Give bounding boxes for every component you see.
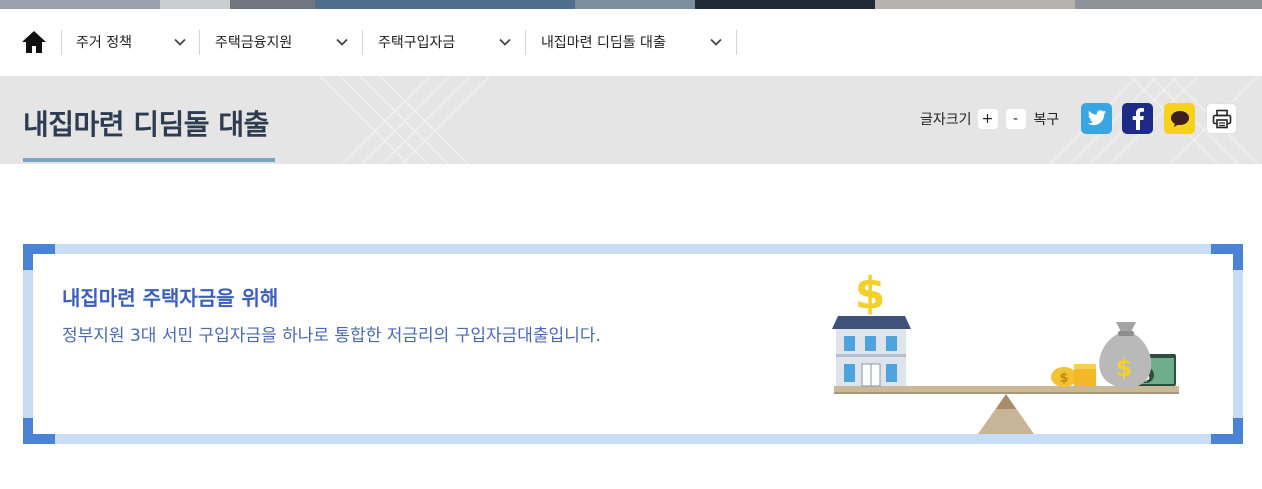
- page-title: 내집마련 디딤돌 대출: [23, 108, 269, 141]
- intro-heading: 내집마련 주택자금을 위해: [62, 286, 279, 310]
- svg-text:$: $: [855, 268, 886, 319]
- intro-description: 정부지원 3대 서민 구입자금을 하나로 통합한 저금리의 구입자금대출입니다.: [62, 326, 601, 346]
- breadcrumb-divider: [736, 30, 737, 55]
- breadcrumb-item-label: 내집마련 디딤돌 대출: [541, 35, 666, 51]
- box-corner: [1233, 244, 1243, 270]
- breadcrumb-item-didimdol-loan[interactable]: 내집마련 디딤돌 대출: [541, 25, 722, 59]
- chevron-down-icon: [174, 38, 186, 46]
- facebook-share-button[interactable]: [1122, 103, 1153, 134]
- header-pattern: [320, 76, 490, 164]
- breadcrumb-item-label: 주거 정책: [76, 35, 132, 51]
- font-decrease-button[interactable]: -: [1005, 109, 1026, 129]
- facebook-icon: [1132, 107, 1144, 130]
- breadcrumb: 주거 정책 주택금융지원 주택구입자금 내집마련 디딤돌 대출: [0, 9, 1262, 76]
- font-size-controls: 글자크기 + - 복구: [920, 109, 1059, 129]
- font-reset-button[interactable]: 복구: [1034, 109, 1060, 129]
- svg-text:$: $: [1059, 371, 1068, 386]
- breadcrumb-item-label: 주택금융지원: [215, 35, 293, 51]
- breadcrumb-divider: [362, 30, 363, 55]
- money-bag-icon: $ $ $: [1051, 322, 1176, 388]
- print-button[interactable]: [1206, 103, 1237, 134]
- chevron-down-icon: [499, 38, 511, 46]
- print-icon: [1212, 109, 1231, 128]
- house-icon: $: [832, 268, 911, 387]
- chevron-down-icon: [710, 38, 722, 46]
- breadcrumb-divider: [61, 30, 62, 55]
- breadcrumb-item-purchase-fund[interactable]: 주택구입자금: [378, 25, 511, 59]
- font-size-label: 글자크기: [920, 112, 972, 128]
- kakaotalk-share-button[interactable]: [1164, 103, 1195, 134]
- box-corner: [23, 418, 33, 444]
- breadcrumb-item-housing-policy[interactable]: 주거 정책: [76, 25, 186, 59]
- breadcrumb-item-label: 주택구입자금: [378, 35, 456, 51]
- box-corner: [1233, 418, 1243, 444]
- page-header: 내집마련 디딤돌 대출 글자크기 + - 복구: [0, 76, 1262, 164]
- kakaotalk-icon: [1170, 110, 1189, 127]
- font-increase-button[interactable]: +: [977, 109, 998, 129]
- box-corner: [23, 244, 33, 270]
- house-money-balance-illustration: $ $ $ $: [832, 268, 1179, 434]
- top-banner-image: [0, 0, 1262, 9]
- home-icon[interactable]: [20, 29, 48, 55]
- breadcrumb-item-housing-finance[interactable]: 주택금융지원: [215, 25, 348, 59]
- breadcrumb-divider: [525, 30, 526, 55]
- chevron-down-icon: [336, 38, 348, 46]
- breadcrumb-divider: [199, 30, 200, 55]
- svg-text:$: $: [1116, 354, 1133, 382]
- twitter-icon: [1087, 110, 1106, 126]
- twitter-share-button[interactable]: [1081, 103, 1112, 134]
- title-underline: [23, 158, 275, 162]
